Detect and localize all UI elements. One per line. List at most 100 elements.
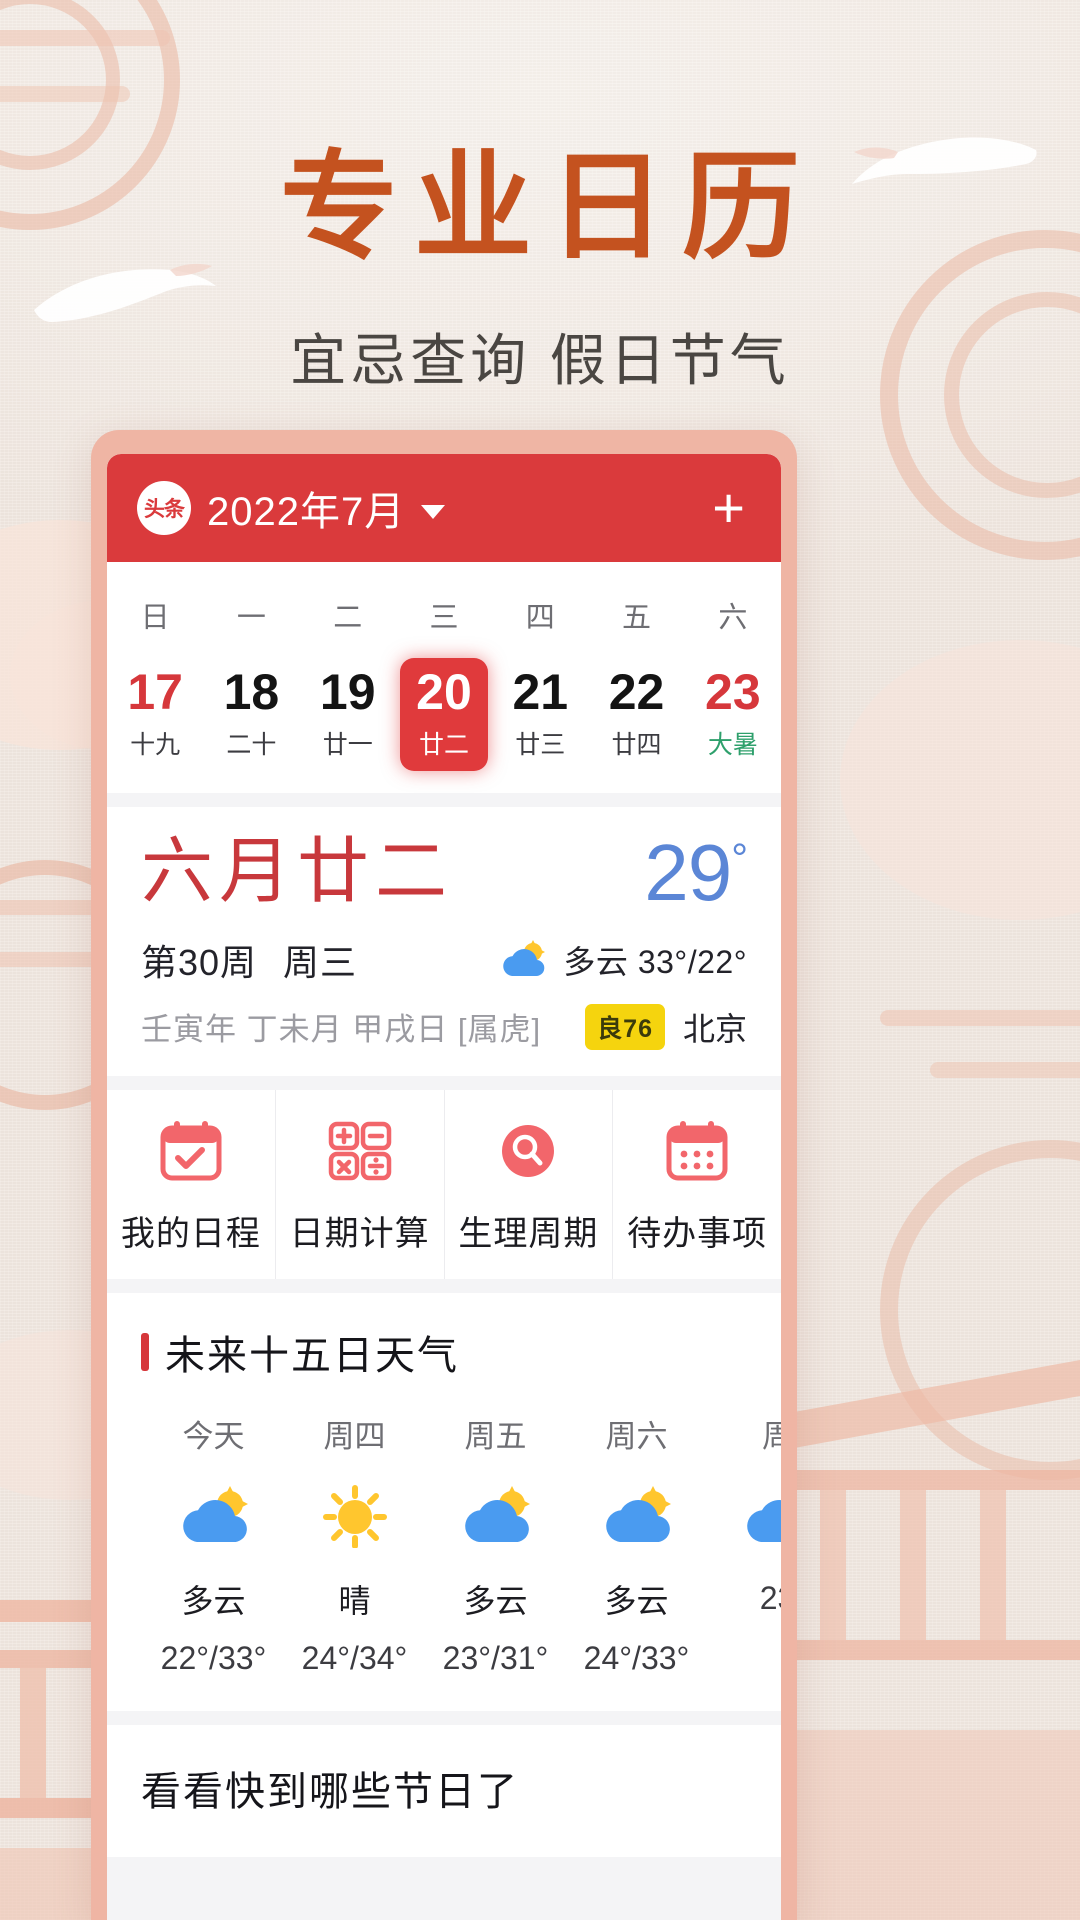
day-number: 18 (223, 664, 280, 720)
section-accent-bar (141, 1332, 149, 1371)
forecast-header: 未来十五日天气 (107, 1323, 781, 1381)
plus-icon[interactable]: + (712, 480, 751, 536)
day-18[interactable]: 18 二十 (207, 658, 295, 771)
day-number: 21 (512, 664, 569, 720)
week-of-year: 第30周 (141, 941, 258, 983)
forecast-day[interactable]: 今天 多云 22°/33° (143, 1411, 284, 1677)
weekday-cell: 五 (588, 580, 684, 658)
day-detail-panel[interactable]: 六月廿二 29° 第30周 周三 多云 33°/22° 壬寅年 丁未月 甲戌日 … (107, 807, 781, 1076)
forecast-day[interactable]: 周四 晴 24°/34° (284, 1411, 425, 1677)
forecast-desc: 晴 (338, 1582, 371, 1619)
band-right-2 (930, 1062, 1080, 1078)
weekday-label: 三 (429, 602, 459, 634)
quick-action-label: 我的日程 (120, 1214, 261, 1253)
hero-section: 专业日历 宜忌查询 假日节气 (0, 0, 1080, 397)
weekday-label: 六 (718, 602, 748, 634)
forecast-temp: 22°/33° (160, 1639, 267, 1676)
partly-cloudy-icon (503, 939, 546, 976)
detail-row-secondary: 第30周 周三 多云 33°/22° (141, 934, 747, 986)
weekday-label: 五 (622, 602, 652, 634)
forecast-day[interactable]: 周六 多云 24°/33° (566, 1411, 707, 1677)
temp-value: 29 (644, 828, 732, 917)
quick-action-my-schedule[interactable]: 我的日程 (107, 1089, 276, 1279)
day-17[interactable]: 17 十九 (111, 658, 199, 771)
day-23[interactable]: 23 大暑 (689, 658, 777, 771)
day-cell[interactable]: 18 二十 (203, 658, 299, 771)
forecast-day-name: 周 (762, 1418, 781, 1454)
degree-symbol: ° (731, 834, 748, 882)
quick-action-todo[interactable]: 待办事项 (613, 1090, 781, 1279)
week-strip: 日 一 二 三 四 五 六 17 十九 18 二十 19 廿一 20 廿二 21… (107, 562, 781, 793)
weekday-name: 周三 (283, 941, 358, 983)
quick-action-label: 生理周期 (458, 1214, 599, 1253)
month-label[interactable]: 2022年7月 (207, 479, 405, 537)
aqi-badge: 良76 (585, 1003, 665, 1050)
quick-actions-row: 我的日程 日期计算 生理周期 待办事项 (107, 1089, 781, 1279)
chevron-down-icon[interactable] (421, 505, 446, 519)
forecast-title: 未来十五日天气 (165, 1333, 459, 1378)
forecast-day-name: 周五 (464, 1418, 527, 1454)
cycle-search-icon (445, 1116, 613, 1186)
forecast-temp: 23 (759, 1579, 781, 1616)
forecast-section: 未来十五日天气 今天 多云 22°/33° 周四 晴 24°/34° 周五 多云… (107, 1292, 781, 1711)
page-title: 专业日历 (279, 143, 816, 274)
forecast-desc: 多云 (181, 1582, 246, 1619)
ganzhi-text: 壬寅年 丁未月 甲戌日 [属虎] (141, 1012, 542, 1048)
day-22[interactable]: 22 廿四 (593, 658, 681, 771)
forecast-day-partial[interactable]: 周 23 (707, 1411, 781, 1677)
day-cell[interactable]: 21 廿三 (492, 658, 588, 771)
day-cell[interactable]: 17 十九 (107, 658, 203, 771)
weekday-label: 日 (140, 602, 170, 634)
weekday-label: 一 (236, 602, 266, 634)
day-cell[interactable]: 19 廿一 (300, 658, 396, 771)
day-number: 20 (416, 664, 472, 720)
weather-text: 多云 33°/22° (563, 943, 747, 980)
phone-frame: 头条 2022年7月 + 日 一 二 三 四 五 六 17 十九 18 二十 1… (91, 430, 797, 1920)
day-lunar: 十九 (130, 731, 181, 759)
weekday-cell: 二 (300, 580, 396, 658)
forecast-day[interactable]: 周五 多云 23°/31° (425, 1411, 566, 1677)
partly-cloudy-icon (707, 1470, 781, 1562)
forecast-day-name: 周六 (605, 1418, 668, 1454)
forecast-day-name: 周四 (323, 1418, 386, 1454)
weather-summary: 多云 33°/22° (497, 937, 747, 983)
day-cell[interactable]: 23 大暑 (685, 658, 781, 771)
current-temperature: 29° (644, 833, 748, 913)
day-19[interactable]: 19 廿一 (304, 658, 392, 771)
festival-card-title: 看看快到哪些节日了 (141, 1769, 519, 1814)
aqi-city-group[interactable]: 良76 北京 (585, 1003, 747, 1050)
forecast-day-list[interactable]: 今天 多云 22°/33° 周四 晴 24°/34° 周五 多云 23°/31°… (107, 1381, 781, 1677)
toutiao-logo-icon: 头条 (137, 481, 191, 535)
day-lunar: 廿一 (322, 731, 373, 759)
page-subtitle: 宜忌查询 假日节气 (290, 329, 790, 392)
partly-cloudy-icon (143, 1470, 284, 1562)
weekday-label: 二 (333, 602, 363, 634)
festival-card[interactable]: 看看快到哪些节日了 (107, 1724, 781, 1857)
weekday-cell: 日 (107, 580, 203, 658)
city-label[interactable]: 北京 (683, 1004, 747, 1050)
partly-cloudy-icon (425, 1470, 566, 1562)
app-screen: 头条 2022年7月 + 日 一 二 三 四 五 六 17 十九 18 二十 1… (107, 454, 781, 1920)
calendar-dots-icon (613, 1116, 781, 1186)
weekday-label: 四 (525, 602, 555, 634)
app-bar: 头条 2022年7月 + (107, 454, 781, 562)
calculator-icon (276, 1116, 444, 1186)
forecast-desc: 多云 (604, 1582, 669, 1619)
weekday-cell: 三 (396, 580, 492, 658)
temple-right-silhouette (750, 1360, 1080, 1920)
detail-row-tertiary: 壬寅年 丁未月 甲戌日 [属虎] 良76 北京 (141, 1003, 747, 1050)
quick-action-date-calc[interactable]: 日期计算 (276, 1089, 445, 1279)
day-lunar: 廿二 (418, 731, 469, 759)
day-row: 17 十九 18 二十 19 廿一 20 廿二 21 廿三 22 廿四 23 大… (107, 658, 781, 771)
day-lunar: 大暑 (707, 731, 758, 759)
lunar-date-large: 六月廿二 (141, 832, 454, 912)
day-cell[interactable]: 22 廿四 (588, 658, 684, 771)
section-divider (107, 793, 781, 807)
calendar-check-icon (107, 1116, 275, 1186)
day-21[interactable]: 21 廿三 (496, 658, 584, 771)
day-cell[interactable]: 20 廿二 (396, 658, 492, 771)
quick-action-cycle[interactable]: 生理周期 (445, 1089, 614, 1279)
day-20-selected[interactable]: 20 廿二 (399, 658, 488, 771)
forecast-temp: 24°/33° (583, 1639, 690, 1676)
day-lunar: 廿四 (611, 731, 662, 759)
